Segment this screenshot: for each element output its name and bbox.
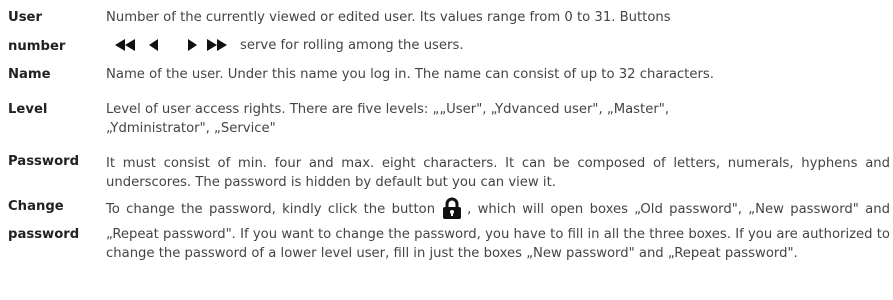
- desc-change-password-before: To change the password, kindly click the…: [106, 202, 436, 217]
- previous-icon: [148, 39, 160, 51]
- term-name: Name: [8, 67, 51, 82]
- desc-password: It must consist of min. four and max. ei…: [106, 156, 890, 190]
- desc-user-number-line2: serve for rolling among the users.: [106, 38, 890, 53]
- fast-forward-icon: [206, 39, 230, 51]
- desc-user-number-line2-text: serve for rolling among the users.: [240, 38, 464, 53]
- term-change-password-line1: Change: [8, 199, 64, 214]
- next-icon: [186, 39, 198, 51]
- desc-name: Name of the user. Under this name you lo…: [106, 67, 714, 82]
- desc-level-line2: „Ydministrator", „Service": [106, 121, 276, 136]
- desc-change-password: To change the password, kindly click the…: [106, 197, 890, 263]
- term-user-number-line1: User: [8, 10, 43, 25]
- rewind-icon: [112, 39, 140, 51]
- term-password: Password: [8, 154, 80, 169]
- term-user-number-line2: number: [8, 39, 66, 54]
- desc-level-line1: Level of user access rights. There are f…: [106, 102, 670, 117]
- nav-buttons: [112, 39, 230, 51]
- lock-icon: [441, 197, 463, 225]
- term-change-password-line2: password: [8, 227, 80, 242]
- term-level: Level: [8, 102, 48, 117]
- desc-user-number-line1: Number of the currently viewed or edited…: [106, 10, 671, 25]
